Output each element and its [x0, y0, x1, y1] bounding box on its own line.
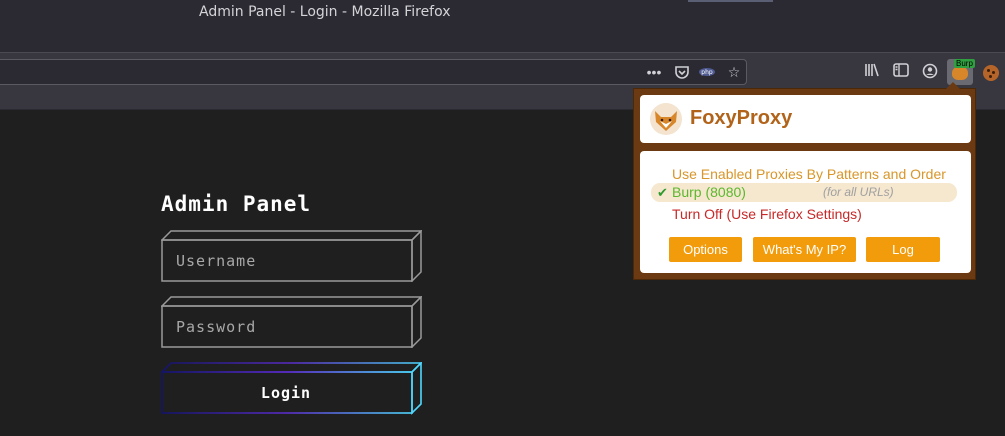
tab-indicator — [688, 0, 773, 2]
sidebar-icon[interactable] — [892, 63, 910, 80]
username-input[interactable] — [162, 240, 411, 281]
proxy-option-burp-scope: (for all URLs) — [823, 185, 894, 199]
navigation-toolbar: ••• php ☆ Burp — [0, 52, 1005, 90]
login-button[interactable]: Login — [161, 362, 422, 415]
pocket-icon[interactable] — [673, 64, 691, 83]
php-icon[interactable]: php — [698, 64, 716, 83]
proxy-badge: Burp — [954, 59, 975, 68]
window-title: Admin Panel - Login - Mozilla Firefox — [199, 4, 451, 20]
password-input[interactable] — [162, 306, 411, 347]
more-dots-icon[interactable]: ••• — [645, 64, 663, 80]
proxy-option-patterns[interactable]: Use Enabled Proxies By Patterns and Orde… — [672, 165, 946, 183]
foxyproxy-menu: Use Enabled Proxies By Patterns and Orde… — [640, 151, 971, 273]
cookie-icon[interactable] — [983, 65, 999, 81]
window-titlebar: Admin Panel - Login - Mozilla Firefox — [0, 0, 1005, 52]
foxyproxy-header: FoxyProxy — [640, 95, 971, 143]
library-icon[interactable] — [863, 63, 881, 80]
proxy-option-burp-label: Burp (8080) — [672, 184, 746, 200]
proxy-option-burp[interactable]: ✔ Burp (8080) (for all URLs) — [651, 183, 957, 202]
password-box — [161, 296, 422, 348]
fox-icon — [952, 66, 968, 80]
login-button-label: Login — [260, 384, 312, 402]
log-button[interactable]: Log — [866, 237, 940, 262]
foxyproxy-title: FoxyProxy — [690, 107, 793, 129]
bookmark-star-icon[interactable]: ☆ — [725, 64, 743, 80]
whats-my-ip-button[interactable]: What's My IP? — [753, 237, 856, 262]
account-icon[interactable] — [921, 63, 939, 82]
proxy-option-off[interactable]: Turn Off (Use Firefox Settings) — [672, 205, 862, 223]
foxyproxy-popup: FoxyProxy Use Enabled Proxies By Pattern… — [633, 82, 976, 280]
checkmark-icon: ✔ — [657, 185, 668, 200]
username-box — [161, 230, 422, 282]
svg-text:php: php — [701, 69, 713, 76]
page-title: Admin Panel — [161, 192, 312, 216]
options-button[interactable]: Options — [669, 237, 742, 262]
foxyproxy-logo-icon — [650, 103, 682, 135]
url-bar[interactable]: ••• php ☆ — [0, 59, 747, 85]
